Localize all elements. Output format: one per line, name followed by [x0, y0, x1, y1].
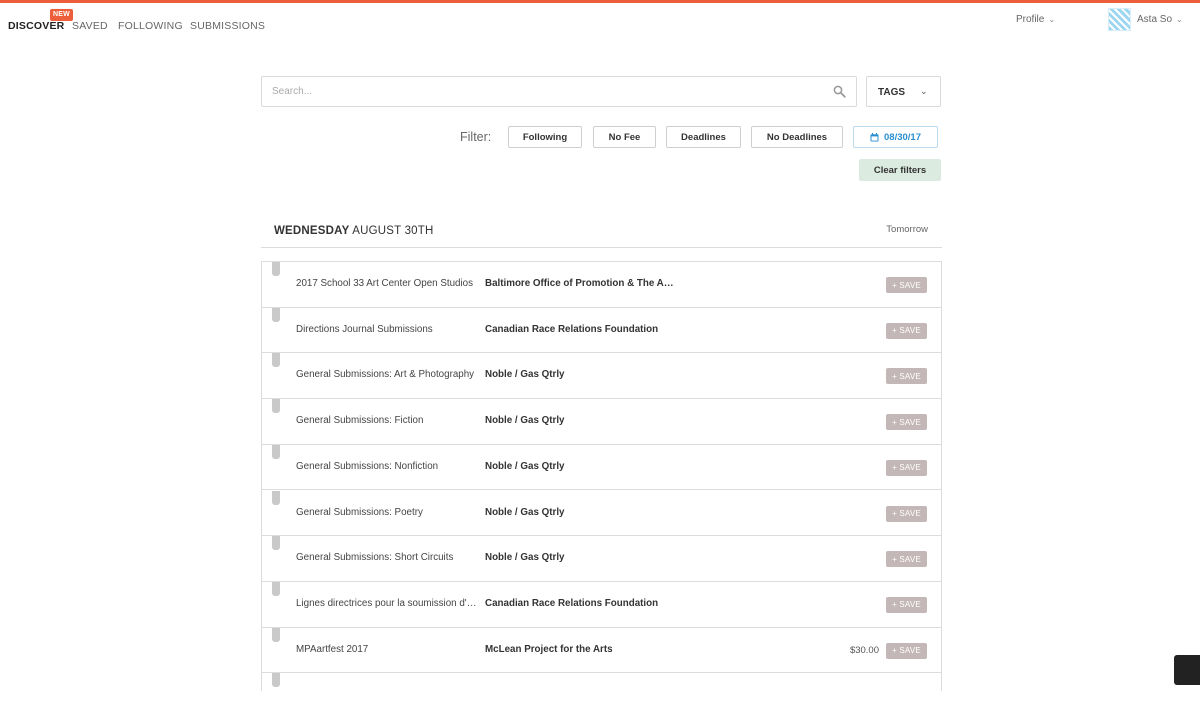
save-button[interactable]: + SAVE — [886, 322, 927, 339]
user-name: Asta So — [1137, 13, 1173, 25]
nav-discover[interactable]: DISCOVER New — [8, 9, 73, 32]
tags-label: TAGS — [878, 87, 906, 98]
opportunity-list: 2017 School 33 Art Center Open Studios B… — [261, 261, 942, 691]
list-item[interactable]: General Submissions: Short Circuits Nobl… — [262, 536, 941, 582]
item-title[interactable]: General Submissions: Fiction — [296, 415, 480, 426]
item-org[interactable]: Baltimore Office of Promotion & The Arts — [485, 278, 675, 289]
filter-no-deadlines-button[interactable]: No Deadlines — [751, 126, 843, 148]
chevron-down-icon: ⌄ — [1048, 15, 1056, 24]
list-item[interactable]: 2017 School 33 Art Center Open Studios B… — [262, 262, 941, 308]
item-fee: $30.00 — [849, 644, 879, 656]
day-header: WEDNESDAY AUGUST 30TH Tomorrow — [261, 214, 942, 248]
save-button[interactable]: + SAVE — [886, 277, 927, 293]
day-title: WEDNESDAY AUGUST 30TH — [274, 225, 434, 237]
list-item-partial[interactable] — [262, 673, 941, 719]
save-button[interactable]: + SAVE — [886, 596, 927, 613]
bookmark-icon[interactable] — [272, 262, 280, 276]
filter-following-button[interactable]: Following — [508, 126, 582, 148]
item-title[interactable]: 2017 School 33 Art Center Open Studios — [296, 278, 480, 289]
save-button[interactable]: + SAVE — [886, 505, 927, 522]
filter-date-label: 08/30/17 — [884, 131, 921, 143]
bookmark-icon[interactable] — [272, 353, 280, 368]
bookmark-icon[interactable] — [272, 536, 280, 551]
nav-following[interactable]: FOLLOWING — [118, 20, 183, 32]
item-title[interactable]: MPAartfest 2017 — [296, 644, 480, 655]
calendar-icon — [870, 132, 879, 141]
save-button[interactable]: + SAVE — [886, 642, 927, 659]
search-input[interactable] — [262, 77, 842, 106]
item-org[interactable]: Noble / Gas Qtrly — [485, 461, 675, 472]
clear-filters-button[interactable]: Clear filters — [859, 159, 941, 181]
item-title[interactable]: General Submissions: Nonfiction — [296, 461, 480, 472]
tags-dropdown[interactable]: TAGS ⌄ — [866, 76, 941, 107]
chevron-down-icon: ⌄ — [1176, 14, 1183, 24]
search-box — [261, 76, 857, 107]
list-item[interactable]: Directions Journal Submissions Canadian … — [262, 307, 941, 354]
nav-submissions[interactable]: SUBMISSIONS — [190, 20, 265, 32]
bookmark-icon[interactable] — [272, 490, 280, 505]
nav-discover-label: DISCOVER — [8, 20, 65, 32]
item-org[interactable]: Noble / Gas Qtrly — [485, 507, 675, 518]
item-title[interactable]: General Submissions: Art & Photography — [296, 369, 480, 380]
list-item[interactable]: General Submissions: Art & Photography N… — [262, 353, 941, 400]
item-org[interactable]: Canadian Race Relations Foundation — [485, 598, 675, 609]
item-org[interactable]: Noble / Gas Qtrly — [485, 415, 675, 426]
bookmark-icon[interactable] — [272, 627, 280, 642]
save-button[interactable]: + SAVE — [886, 459, 927, 476]
bookmark-icon[interactable] — [272, 444, 280, 459]
save-button[interactable]: + SAVE — [886, 368, 927, 385]
new-badge: New — [50, 9, 73, 21]
item-title[interactable]: Directions Journal Submissions — [296, 324, 480, 335]
item-org[interactable]: Noble / Gas Qtrly — [485, 369, 675, 380]
nav-saved[interactable]: SAVED — [72, 20, 108, 32]
item-org[interactable]: Noble / Gas Qtrly — [485, 552, 675, 563]
list-item[interactable]: MPAartfest 2017 McLean Project for the A… — [262, 627, 941, 674]
filter-date-button[interactable]: 08/30/17 — [853, 126, 938, 148]
top-accent-bar — [0, 0, 1200, 3]
save-button[interactable]: + SAVE — [886, 551, 927, 568]
filter-deadlines-button[interactable]: Deadlines — [666, 126, 741, 148]
list-item[interactable]: General Submissions: Poetry Noble / Gas … — [262, 490, 941, 537]
save-button[interactable]: + SAVE — [886, 414, 927, 431]
avatar — [1108, 7, 1131, 31]
chevron-down-icon: ⌄ — [920, 86, 928, 96]
user-menu[interactable]: Asta So ⌄ — [1108, 7, 1183, 31]
bookmark-icon[interactable] — [272, 581, 280, 596]
filter-no-fee-button[interactable]: No Fee — [593, 126, 656, 148]
list-item[interactable]: General Submissions: Nonfiction Noble / … — [262, 444, 941, 491]
list-item[interactable]: General Submissions: Fiction Noble / Gas… — [262, 399, 941, 445]
filter-label: Filter: — [460, 130, 492, 144]
item-org[interactable]: Canadian Race Relations Foundation — [485, 324, 675, 335]
bookmark-icon[interactable] — [272, 307, 280, 322]
profile-label: Profile — [1016, 14, 1045, 25]
list-item[interactable]: Lignes directrices pour la soumission d'… — [262, 581, 941, 628]
search-icon[interactable] — [833, 85, 846, 98]
day-date: AUGUST 30TH — [352, 225, 434, 237]
bookmark-icon[interactable] — [272, 399, 280, 414]
item-org[interactable]: McLean Project for the Arts — [485, 644, 675, 655]
item-title[interactable]: General Submissions: Short Circuits — [296, 552, 480, 563]
day-weekday: WEDNESDAY — [274, 225, 350, 237]
bookmark-icon[interactable] — [272, 673, 280, 688]
corner-widget[interactable] — [1174, 655, 1200, 685]
item-title[interactable]: Lignes directrices pour la soumission d'… — [296, 598, 480, 609]
day-relative: Tomorrow — [886, 224, 928, 235]
item-title[interactable]: General Submissions: Poetry — [296, 507, 480, 518]
profile-menu[interactable]: Profile ⌄ — [1016, 14, 1055, 25]
